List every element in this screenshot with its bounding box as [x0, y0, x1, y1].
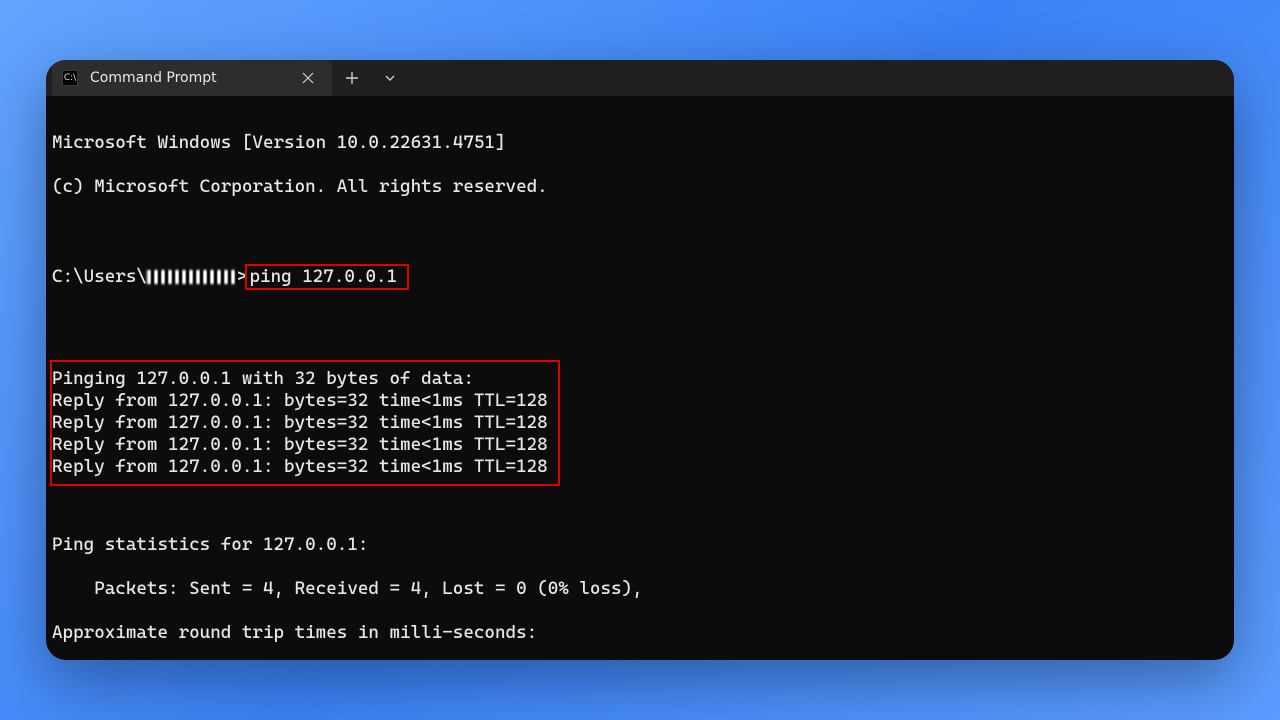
prompt-line: C:\Users\>ping 127.0.0.1 [52, 264, 1234, 290]
rtt-title: Approximate round trip times in milli-se… [52, 622, 1234, 644]
reply-line: Reply from 127.0.0.1: bytes=32 time<1ms … [52, 390, 548, 412]
close-icon [302, 72, 314, 84]
terminal-content[interactable]: Microsoft Windows [Version 10.0.22631.47… [46, 96, 1234, 660]
reply-line: Reply from 127.0.0.1: bytes=32 time<1ms … [52, 412, 548, 434]
new-tab-button[interactable] [334, 60, 370, 96]
close-tab-button[interactable] [294, 64, 322, 92]
tab-command-prompt[interactable]: C:\ Command Prompt [52, 60, 332, 96]
prompt-prefix: C:\Users\ [52, 266, 147, 287]
reply-line: Reply from 127.0.0.1: bytes=32 time<1ms … [52, 434, 548, 456]
reply-line: Reply from 127.0.0.1: bytes=32 time<1ms … [52, 456, 548, 478]
tab-title: Command Prompt [90, 70, 282, 86]
blank-line [52, 220, 1234, 242]
stats-packets: Packets: Sent = 4, Received = 4, Lost = … [52, 578, 1234, 600]
redacted-username [147, 270, 237, 284]
banner-line: Microsoft Windows [Version 10.0.22631.47… [52, 132, 1234, 154]
plus-icon [345, 71, 359, 85]
banner-line: (c) Microsoft Corporation. All rights re… [52, 176, 1234, 198]
terminal-window: C:\ Command Prompt Microsoft Windows [Ve… [46, 60, 1234, 660]
blank-line [52, 490, 1234, 512]
tab-dropdown-button[interactable] [372, 60, 408, 96]
cmd-icon: C:\ [62, 70, 78, 86]
chevron-down-icon [384, 72, 396, 84]
output-highlight-box: Pinging 127.0.0.1 with 32 bytes of data:… [50, 360, 560, 486]
command-text: ping 127.0.0.1 [249, 266, 397, 287]
command-highlight-box: ping 127.0.0.1 [245, 264, 409, 290]
blank-line [52, 312, 1234, 334]
stats-title: Ping statistics for 127.0.0.1: [52, 534, 1234, 556]
output-header: Pinging 127.0.0.1 with 32 bytes of data: [52, 368, 548, 390]
titlebar: C:\ Command Prompt [46, 60, 1234, 96]
